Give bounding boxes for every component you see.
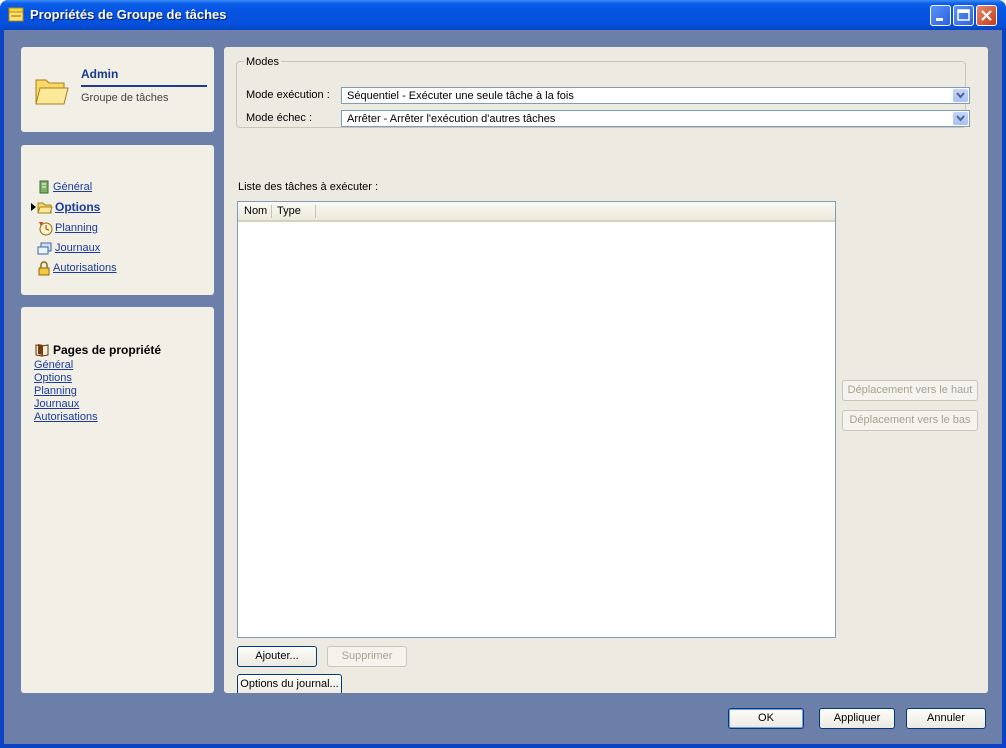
document-icon [39,180,49,194]
sidebar-item-general[interactable]: Général [37,178,92,196]
column-header-name[interactable]: Nom [244,205,267,217]
close-button[interactable] [976,5,997,26]
lock-icon [38,260,50,275]
dialog-footer: OK Appliquer Annuler [4,693,1002,744]
sidebar-item-label: Options [55,200,101,214]
property-page-link-autorisations[interactable]: Autorisations [34,411,98,423]
cancel-button[interactable]: Annuler [906,708,986,729]
folder-icon [37,202,53,214]
maximize-icon [957,9,970,21]
execution-mode-label: Mode exécution : [246,89,330,101]
sidebar-item-autorisations[interactable]: Autorisations [37,259,117,277]
folder-icon [35,79,69,105]
header-divider [81,85,207,87]
column-header-type[interactable]: Type [277,205,301,217]
sidebar-item-journaux[interactable]: Journaux [37,239,100,257]
sidebar-item-label: Planning [55,222,98,234]
property-pages-panel: Pages de propriété Général Options Plann… [21,307,214,693]
sidebar-item-label: Général [53,181,93,193]
property-page-link-planning[interactable]: Planning [34,385,77,397]
task-group-icon [8,7,24,22]
minimize-button[interactable] [930,5,951,26]
sidebar-item-label: Journaux [55,242,101,254]
move-up-button[interactable]: Déplacement vers le haut [842,380,978,401]
add-button[interactable]: Ajouter... [237,646,317,667]
minimize-icon [936,18,943,21]
move-down-button[interactable]: Déplacement vers le bas [842,410,978,431]
property-pages-title: Pages de propriété [53,343,162,357]
task-list-label: Liste des tâches à exécuter : [238,181,379,193]
task-list-header: Nom Type [238,202,835,222]
property-page-link-options[interactable]: Options [34,372,72,384]
ok-button[interactable]: OK [728,708,804,729]
chevron-down-icon[interactable] [953,112,968,125]
main-panel: Modes Mode exécution : Séquentiel - Exéc… [224,47,988,695]
column-divider[interactable] [271,205,272,218]
sidebar-item-options[interactable]: Options [30,198,100,216]
property-pages-heading: Pages de propriété [35,343,161,357]
sidebar-item-planning[interactable]: Planning [37,219,98,237]
execution-mode-value: Séquentiel - Exécuter une seule tâche à … [347,90,574,102]
title-bar[interactable]: Propriétés de Groupe de tâches [0,0,1006,30]
current-arrow-icon [31,203,36,211]
header-panel: Admin Groupe de tâches [21,47,214,132]
header-name: Admin [81,67,119,81]
sidebar-item-label: Autorisations [53,262,117,274]
execution-mode-select[interactable]: Séquentiel - Exécuter une seule tâche à … [341,87,970,104]
nav-panel: Général Options Planning Journaux Autori… [21,145,214,295]
property-page-link-journaux[interactable]: Journaux [34,398,79,410]
failure-mode-select[interactable]: Arrêter - Arrêter l'exécution d'autres t… [341,110,970,127]
clock-icon [39,222,53,236]
task-list[interactable]: Nom Type [237,201,836,638]
apply-button[interactable]: Appliquer [819,708,895,729]
chevron-down-icon[interactable] [953,89,968,102]
failure-mode-label: Mode échec : [246,112,313,124]
book-icon [35,344,49,357]
log-options-button[interactable]: Options du journal... [237,674,342,695]
window-title: Propriétés de Groupe de tâches [30,7,227,22]
modes-legend: Modes [244,56,282,68]
logs-icon [37,242,52,255]
header-type: Groupe de tâches [81,92,169,104]
column-divider[interactable] [315,205,316,218]
failure-mode-value: Arrêter - Arrêter l'exécution d'autres t… [347,113,556,125]
maximize-button[interactable] [953,5,974,26]
property-page-link-general[interactable]: Général [34,359,73,371]
remove-button[interactable]: Supprimer [327,646,407,667]
dialog-window: Propriétés de Groupe de tâches Admin Gro… [0,0,1006,748]
close-icon [981,10,992,21]
dialog-client: Admin Groupe de tâches Général Options P… [4,30,1002,744]
